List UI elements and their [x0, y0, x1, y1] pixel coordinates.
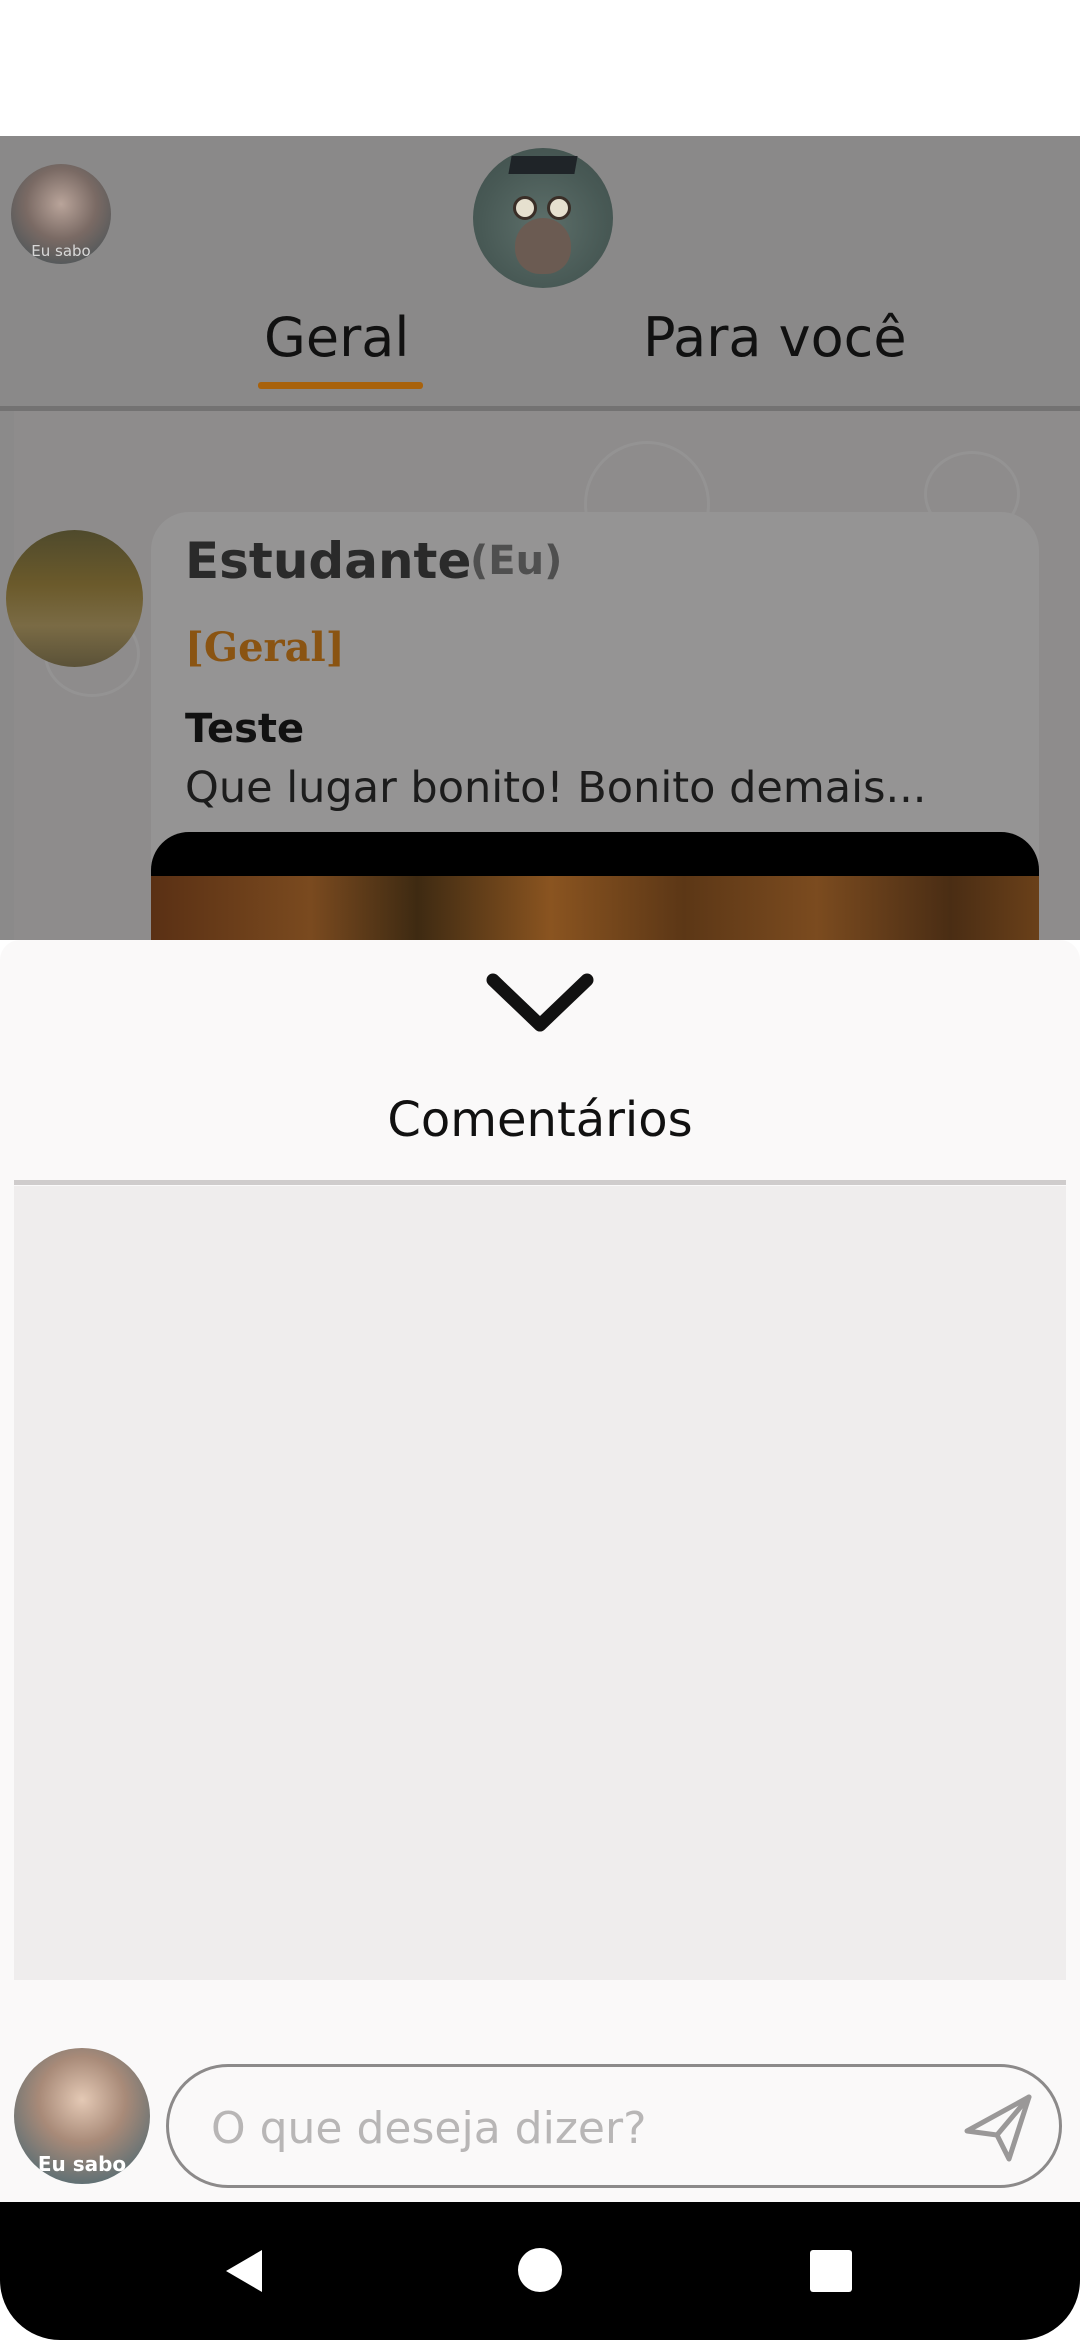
post-author-tag: (Eu)	[470, 538, 563, 584]
post-category: [Geral]	[185, 624, 345, 671]
nav-back-icon	[226, 2250, 262, 2292]
active-tab-indicator	[258, 382, 423, 389]
nav-home-button[interactable]	[518, 2248, 562, 2292]
app-logo-owl	[473, 148, 613, 288]
feed-background: Eu sabo Geral Para você Estudante (Eu) […	[0, 136, 1080, 940]
composer-avatar: Eu sabo	[14, 2048, 150, 2184]
nav-recent-apps-button[interactable]	[810, 2250, 852, 2292]
graduation-cap-icon	[508, 156, 578, 174]
post-author-name[interactable]: Estudante	[185, 532, 471, 590]
profile-avatar[interactable]: Eu sabo	[11, 164, 111, 264]
tab-geral[interactable]: Geral	[264, 306, 409, 369]
tab-para-voce[interactable]: Para você	[643, 306, 907, 369]
comment-input-container	[166, 2064, 1062, 2188]
comments-title: Comentários	[387, 1092, 693, 1148]
forest-photo	[151, 876, 1039, 940]
comment-input[interactable]	[209, 2097, 953, 2159]
post-title: Teste	[185, 706, 305, 752]
close-sheet-button[interactable]	[485, 970, 595, 1040]
post-author-avatar[interactable]	[6, 530, 143, 667]
post-image[interactable]	[151, 832, 1039, 940]
system-navigation-bar	[0, 2202, 1080, 2340]
status-bar	[0, 0, 1080, 136]
send-button[interactable]	[959, 2089, 1039, 2167]
send-icon	[964, 2094, 1032, 2162]
comments-sheet: Comentários Eu sabo	[0, 940, 1080, 2202]
profile-avatar-caption: Eu sabo	[31, 242, 91, 260]
chevron-down-icon	[486, 973, 594, 1032]
top-bar: Eu sabo Geral Para você	[0, 136, 1080, 411]
post-text: Que lugar bonito! Bonito demais...	[185, 763, 927, 813]
composer-avatar-caption: Eu sabo	[37, 2152, 127, 2176]
comments-list[interactable]	[14, 1186, 1066, 1980]
nav-back-button[interactable]	[220, 2246, 270, 2296]
comments-divider	[14, 1180, 1066, 1185]
